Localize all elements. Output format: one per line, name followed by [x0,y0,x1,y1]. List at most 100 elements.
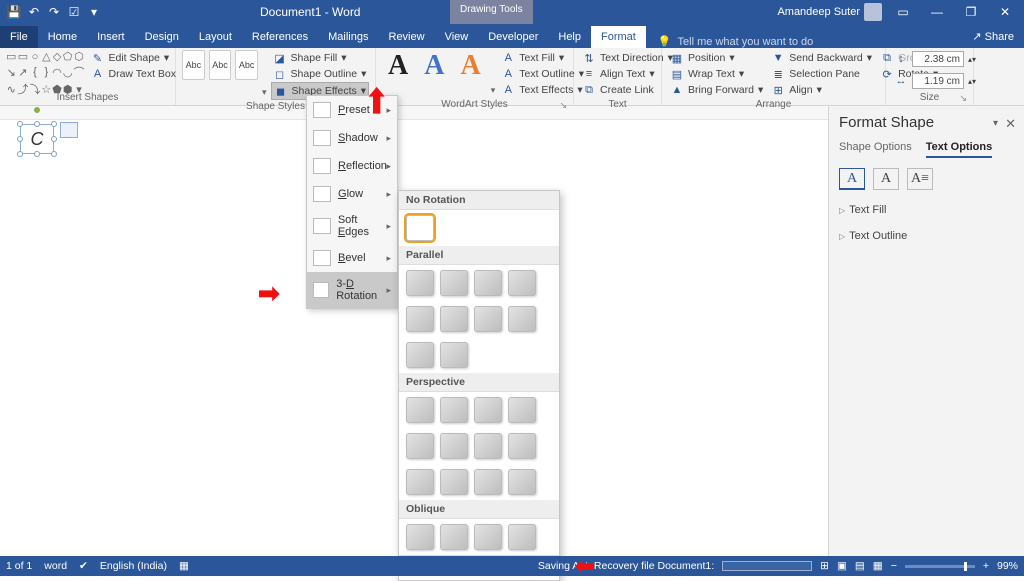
rotation-preset[interactable] [440,270,468,296]
style-gallery-more-icon[interactable]: ▾ [262,87,267,98]
wrap-text-button[interactable]: ▤Wrap Text ▾ [668,66,765,82]
align-button[interactable]: ⊞Align ▾ [769,82,874,98]
share-button[interactable]: ↗ Share [962,25,1024,48]
text-direction-button[interactable]: ⇅Text Direction ▾ [580,50,675,66]
rotation-preset[interactable] [508,433,536,459]
rotation-preset-none[interactable] [406,215,434,241]
rotation-preset[interactable] [474,306,502,332]
wordart-preset[interactable]: A [382,50,414,82]
rotation-preset[interactable] [474,270,502,296]
pane-tab-text-options[interactable]: Text Options [926,141,992,158]
display-settings-icon[interactable]: ⊞ [820,560,829,572]
menu-item-glow[interactable]: Glow▸ [307,180,397,208]
rotation-preset[interactable] [474,433,502,459]
save-icon[interactable]: 💾 [6,4,22,20]
shapes-gallery[interactable]: ▭▭○△◇⬠⬡ ↘↗{}◠◡⌒ ∿⤴⤵☆⬟⬢▾ [6,50,85,88]
undo-icon[interactable]: ↶ [26,4,42,20]
menu-item-bevel[interactable]: Bevel▸ [307,244,397,272]
pane-section-text-outline[interactable]: ▷Text Outline [839,230,1014,242]
shape-fill-button[interactable]: ◪Shape Fill ▾ [271,50,369,66]
draw-text-box-button[interactable]: ADraw Text Box [89,66,179,82]
create-link-button[interactable]: ⧉Create Link [580,82,675,98]
rotation-preset[interactable] [440,433,468,459]
shape-style-preset[interactable]: Abc [235,50,258,80]
zoom-out-icon[interactable]: − [891,560,897,572]
shape-outline-button[interactable]: ◻Shape Outline ▾ [271,66,369,82]
rotation-preset[interactable] [406,397,434,423]
resize-handle[interactable] [34,121,40,127]
resize-handle[interactable] [17,136,23,142]
selection-pane-button[interactable]: ≣Selection Pane [769,66,874,82]
dialog-launcher-icon[interactable]: ↘ [959,93,967,104]
pane-icon-text-effects[interactable]: A [873,168,899,190]
rotation-preset[interactable] [406,524,434,550]
pane-icon-text-fill[interactable]: A [839,168,865,190]
account-user[interactable]: Amandeep Suter [777,3,882,21]
tab-developer[interactable]: Developer [478,26,548,48]
rotation-preset[interactable] [508,524,536,550]
layout-options-icon[interactable] [60,122,78,138]
rotation-preset[interactable] [508,270,536,296]
page-count[interactable]: 1 of 1 [6,560,32,572]
view-read-mode-icon[interactable]: ▣ [837,560,847,572]
tab-mailings[interactable]: Mailings [318,26,378,48]
send-backward-button[interactable]: ▼Send Backward ▾ [769,50,874,66]
resize-handle[interactable] [17,151,23,157]
restore-icon[interactable]: ❐ [958,0,984,24]
rotation-preset[interactable] [474,397,502,423]
menu-item-soft-edges[interactable]: Soft Edges▸ [307,208,397,244]
pane-dropdown-icon[interactable]: ▾ [993,118,998,129]
menu-item-shadow[interactable]: Shadow▸ [307,124,397,152]
view-web-layout-icon[interactable]: ▦ [873,560,883,572]
rotation-preset[interactable] [508,397,536,423]
word-count[interactable]: word [44,560,67,572]
rotation-preset[interactable] [440,524,468,550]
rotation-preset[interactable] [406,306,434,332]
touch-mode-icon[interactable]: ☑ [66,4,82,20]
rotation-preset[interactable] [508,469,536,495]
rotation-preset[interactable] [406,342,434,368]
macro-icon[interactable]: ▦ [179,560,189,572]
menu-item-3d-rotation[interactable]: 3-D Rotation▸ [307,272,397,308]
rotation-handle[interactable] [34,107,40,113]
close-icon[interactable]: ✕ [992,0,1018,24]
rotation-preset[interactable] [406,469,434,495]
zoom-in-icon[interactable]: + [983,560,989,572]
wordart-preset[interactable]: A [418,50,450,82]
rotation-preset[interactable] [508,306,536,332]
resize-handle[interactable] [51,121,57,127]
tab-design[interactable]: Design [135,26,189,48]
edit-shape-button[interactable]: ✎Edit Shape ▾ [89,50,179,66]
pane-icon-textbox[interactable]: A≡ [907,168,933,190]
tab-references[interactable]: References [242,26,318,48]
shape-width-input[interactable]: ↔1.19 cm▴▾ [892,72,978,90]
tab-review[interactable]: Review [379,26,435,48]
spell-check-icon[interactable]: ✔ [79,560,88,572]
redo-icon[interactable]: ↷ [46,4,62,20]
selected-shape[interactable]: C [20,124,54,154]
tab-layout[interactable]: Layout [189,26,242,48]
text-effects-button[interactable]: AText Effects ▾ [499,82,586,98]
tab-help[interactable]: Help [548,26,591,48]
rotation-preset[interactable] [440,342,468,368]
qat-dropdown-icon[interactable]: ▾ [86,4,102,20]
shape-style-preset[interactable]: Abc [209,50,232,80]
shape-style-preset[interactable]: Abc [182,50,205,80]
text-fill-button[interactable]: AText Fill ▾ [499,50,586,66]
minimize-icon[interactable]: — [924,0,950,24]
rotation-preset[interactable] [440,469,468,495]
view-print-layout-icon[interactable]: ▤ [855,560,865,572]
language-indicator[interactable]: English (India) [100,560,167,572]
dialog-launcher-icon[interactable]: ↘ [559,100,567,111]
pane-tab-shape-options[interactable]: Shape Options [839,141,912,158]
pane-close-icon[interactable]: ✕ [1005,116,1016,132]
rotation-preset[interactable] [406,433,434,459]
shape-height-input[interactable]: ↕2.38 cm▴▾ [892,50,978,68]
bring-forward-button[interactable]: ▲Bring Forward ▾ [668,82,765,98]
zoom-slider[interactable] [905,565,975,568]
position-button[interactable]: ▦Position ▾ [668,50,765,66]
wordart-more-icon[interactable]: ▾ [491,85,496,96]
tab-insert[interactable]: Insert [87,26,135,48]
text-outline-button[interactable]: AText Outline ▾ [499,66,586,82]
ribbon-display-options-icon[interactable]: ▭ [890,0,916,24]
